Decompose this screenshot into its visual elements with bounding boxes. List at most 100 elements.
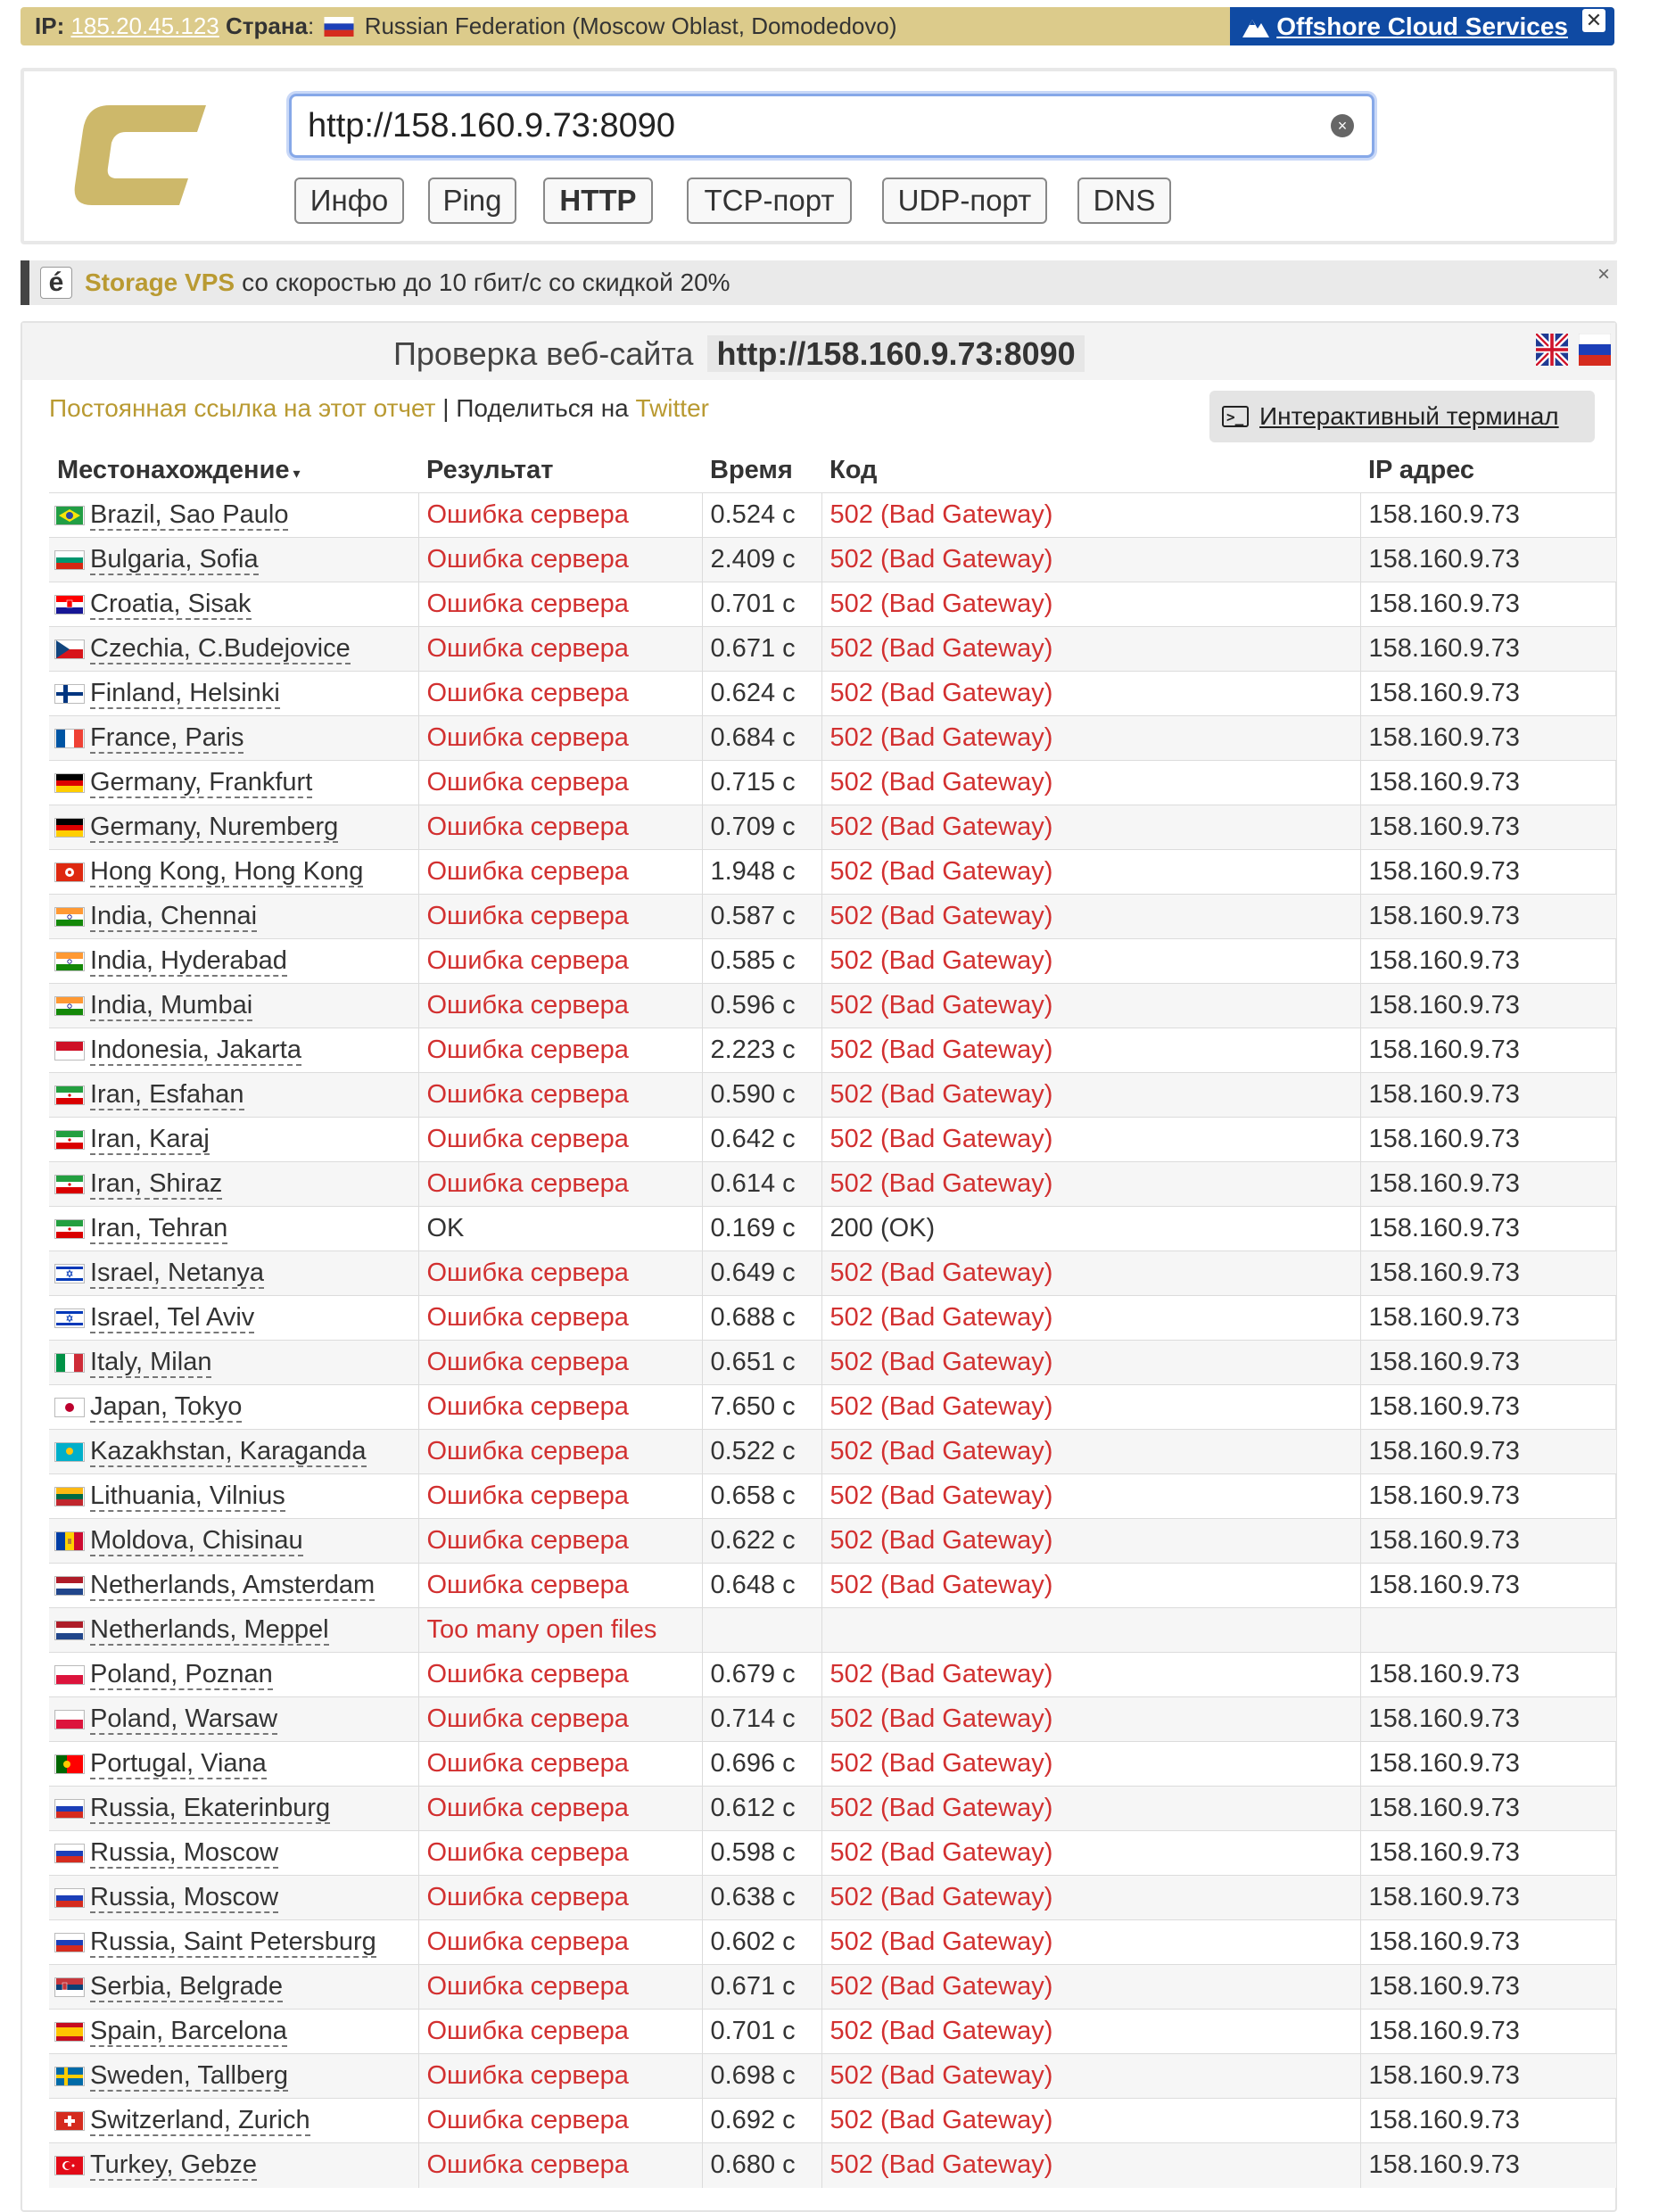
- tab-tcp-port[interactable]: TCP-порт: [687, 177, 852, 224]
- location-link[interactable]: Germany, Nuremberg: [90, 813, 339, 843]
- ip-label: IP:: [35, 12, 65, 39]
- location-link[interactable]: France, Paris: [90, 723, 244, 754]
- english-flag-icon[interactable]: [1536, 334, 1568, 366]
- clear-input-icon[interactable]: ×: [1331, 114, 1354, 137]
- col-code-header: Код: [830, 455, 878, 484]
- cz-flag-icon: [54, 640, 85, 659]
- location-link[interactable]: Bulgaria, Sofia: [90, 545, 259, 575]
- ir-flag-icon: [54, 1219, 85, 1239]
- twitter-link[interactable]: Twitter: [636, 394, 709, 422]
- code-cell: 502 (Bad Gateway): [821, 938, 1360, 984]
- location-link[interactable]: India, Chennai: [90, 902, 258, 932]
- location-link[interactable]: Iran, Tehran: [90, 1214, 228, 1244]
- ip-cell: 158.160.9.73: [1359, 1340, 1616, 1385]
- code-cell: 502 (Bad Gateway): [821, 1117, 1360, 1162]
- share-label: Поделиться на: [456, 394, 629, 422]
- result-cell: Ошибка сервера: [417, 1340, 702, 1385]
- location-link[interactable]: Hong Kong, Hong Kong: [90, 857, 364, 887]
- result-cell: Ошибка сервера: [417, 715, 702, 761]
- bg-flag-icon: [54, 550, 85, 570]
- location-link[interactable]: Poland, Warsaw: [90, 1704, 278, 1735]
- promo-close-icon[interactable]: ×: [1597, 262, 1610, 287]
- location-link[interactable]: Russia, Moscow: [90, 1838, 279, 1869]
- result-cell: Ошибка сервера: [417, 1117, 702, 1162]
- tab-udp-port[interactable]: UDP-порт: [882, 177, 1047, 224]
- table-row: Croatia, Sisak Ошибка сервера 0.701 с 502 (…: [49, 582, 1616, 627]
- tab-info[interactable]: Инфо: [294, 177, 404, 224]
- location-link[interactable]: Netherlands, Meppel: [90, 1615, 329, 1646]
- table-row: Russia, Moscow Ошибка сервера 0.638 с 502 (…: [49, 1875, 1616, 1920]
- location-link[interactable]: Russia, Ekaterinburg: [90, 1794, 331, 1824]
- ip-cell: 158.160.9.73: [1359, 2009, 1616, 2054]
- location-link[interactable]: Serbia, Belgrade: [90, 1972, 284, 2002]
- ip-link[interactable]: 185.20.45.123: [70, 12, 219, 39]
- location-link[interactable]: Israel, Tel Aviv: [90, 1303, 255, 1333]
- location-link[interactable]: Iran, Shiraz: [90, 1169, 223, 1200]
- tab-dns[interactable]: DNS: [1077, 177, 1171, 224]
- location-link[interactable]: Russia, Saint Petersburg: [90, 1927, 376, 1958]
- ip-cell: 158.160.9.73: [1359, 1117, 1616, 1162]
- location-link[interactable]: Finland, Helsinki: [90, 679, 280, 709]
- location-link[interactable]: Switzerland, Zurich: [90, 2106, 310, 2136]
- location-link[interactable]: Italy, Milan: [90, 1348, 212, 1378]
- promo-banner[interactable]: é Storage VPS со скоростью до 10 гбит/с …: [21, 260, 1617, 305]
- tab-ping[interactable]: Ping: [428, 177, 516, 224]
- table-row: Netherlands, Amsterdam Ошибка сервера 0.64…: [49, 1563, 1616, 1608]
- tab-http[interactable]: HTTP: [543, 177, 653, 224]
- location-link[interactable]: Brazil, Sao Paulo: [90, 500, 289, 531]
- results-table: Местонахождение ▾ Результат Время Код IP …: [49, 448, 1616, 2188]
- code-cell: 502 (Bad Gateway): [821, 894, 1360, 939]
- russian-flag-icon[interactable]: [1579, 334, 1611, 366]
- location-link[interactable]: Moldova, Chisinau: [90, 1526, 303, 1556]
- location-cell: Japan, Tokyo: [49, 1384, 418, 1430]
- location-link[interactable]: Portugal, Viana: [90, 1749, 267, 1779]
- time-cell: 0.590 с: [701, 1072, 821, 1118]
- location-link[interactable]: Israel, Netanya: [90, 1259, 265, 1289]
- location-link[interactable]: Lithuania, Vilnius: [90, 1482, 285, 1512]
- time-cell: 0.522 с: [701, 1429, 821, 1474]
- location-link[interactable]: Spain, Barcelona: [90, 2017, 287, 2047]
- location-link[interactable]: Netherlands, Amsterdam: [90, 1571, 376, 1601]
- terminal-label: Интерактивный терминал: [1259, 402, 1559, 430]
- location-link[interactable]: Russia, Moscow: [90, 1883, 279, 1913]
- promo-brand[interactable]: Storage VPS: [85, 268, 235, 297]
- location-cell: Poland, Warsaw: [49, 1696, 418, 1742]
- location-link[interactable]: Indonesia, Jakarta: [90, 1036, 301, 1066]
- result-cell: Too many open files: [417, 1607, 702, 1653]
- location-link[interactable]: Iran, Esfahan: [90, 1080, 244, 1110]
- table-row: India, Hyderabad Ошибка сервера 0.585 с 502…: [49, 938, 1616, 984]
- ir-flag-icon: [54, 1130, 85, 1150]
- col-result-header: Результат: [426, 455, 554, 484]
- hr-flag-icon: [54, 595, 85, 615]
- ad-close-icon[interactable]: ✕: [1582, 9, 1605, 32]
- location-link[interactable]: India, Hyderabad: [90, 946, 287, 977]
- location-link[interactable]: Poland, Poznan: [90, 1660, 273, 1690]
- offshore-ad-link[interactable]: Offshore Cloud Services ✕: [1230, 7, 1614, 45]
- ip-cell: 158.160.9.73: [1359, 938, 1616, 984]
- location-link[interactable]: India, Mumbai: [90, 991, 253, 1021]
- interactive-terminal-button[interactable]: >_ Интерактивный терминал: [1209, 391, 1595, 442]
- code-cell: 502 (Bad Gateway): [821, 1652, 1360, 1697]
- location-link[interactable]: Japan, Tokyo: [90, 1392, 243, 1423]
- permalink-link[interactable]: Постоянная ссылка на этот отчет: [49, 394, 435, 422]
- result-cell: Ошибка сервера: [417, 1072, 702, 1118]
- site-logo[interactable]: [72, 105, 206, 205]
- ip-info: IP: 185.20.45.123 Страна: Russian Federa…: [35, 12, 897, 39]
- location-link[interactable]: Croatia, Sisak: [90, 590, 252, 620]
- ip-cell: 158.160.9.73: [1359, 894, 1616, 939]
- location-link[interactable]: Sweden, Tallberg: [90, 2061, 288, 2092]
- es-flag-icon: [54, 2022, 85, 2042]
- col-location-header[interactable]: Местонахождение ▾: [49, 448, 418, 493]
- code-cell: 502 (Bad Gateway): [821, 760, 1360, 805]
- location-link[interactable]: Kazakhstan, Karaganda: [90, 1437, 367, 1467]
- kz-flag-icon: [54, 1442, 85, 1462]
- location-cell: India, Hyderabad: [49, 938, 418, 984]
- location-link[interactable]: Germany, Frankfurt: [90, 768, 313, 798]
- url-input[interactable]: http://158.160.9.73:8090 ×: [289, 94, 1374, 158]
- location-link[interactable]: Czechia, C.Budejovice: [90, 634, 351, 664]
- ip-cell: 158.160.9.73: [1359, 805, 1616, 850]
- location-link[interactable]: Turkey, Gebze: [90, 2150, 257, 2182]
- location-link[interactable]: Iran, Karaj: [90, 1125, 210, 1155]
- il-flag-icon: [54, 1264, 85, 1283]
- table-row: Switzerland, Zurich Ошибка сервера 0.692 с…: [49, 2098, 1616, 2143]
